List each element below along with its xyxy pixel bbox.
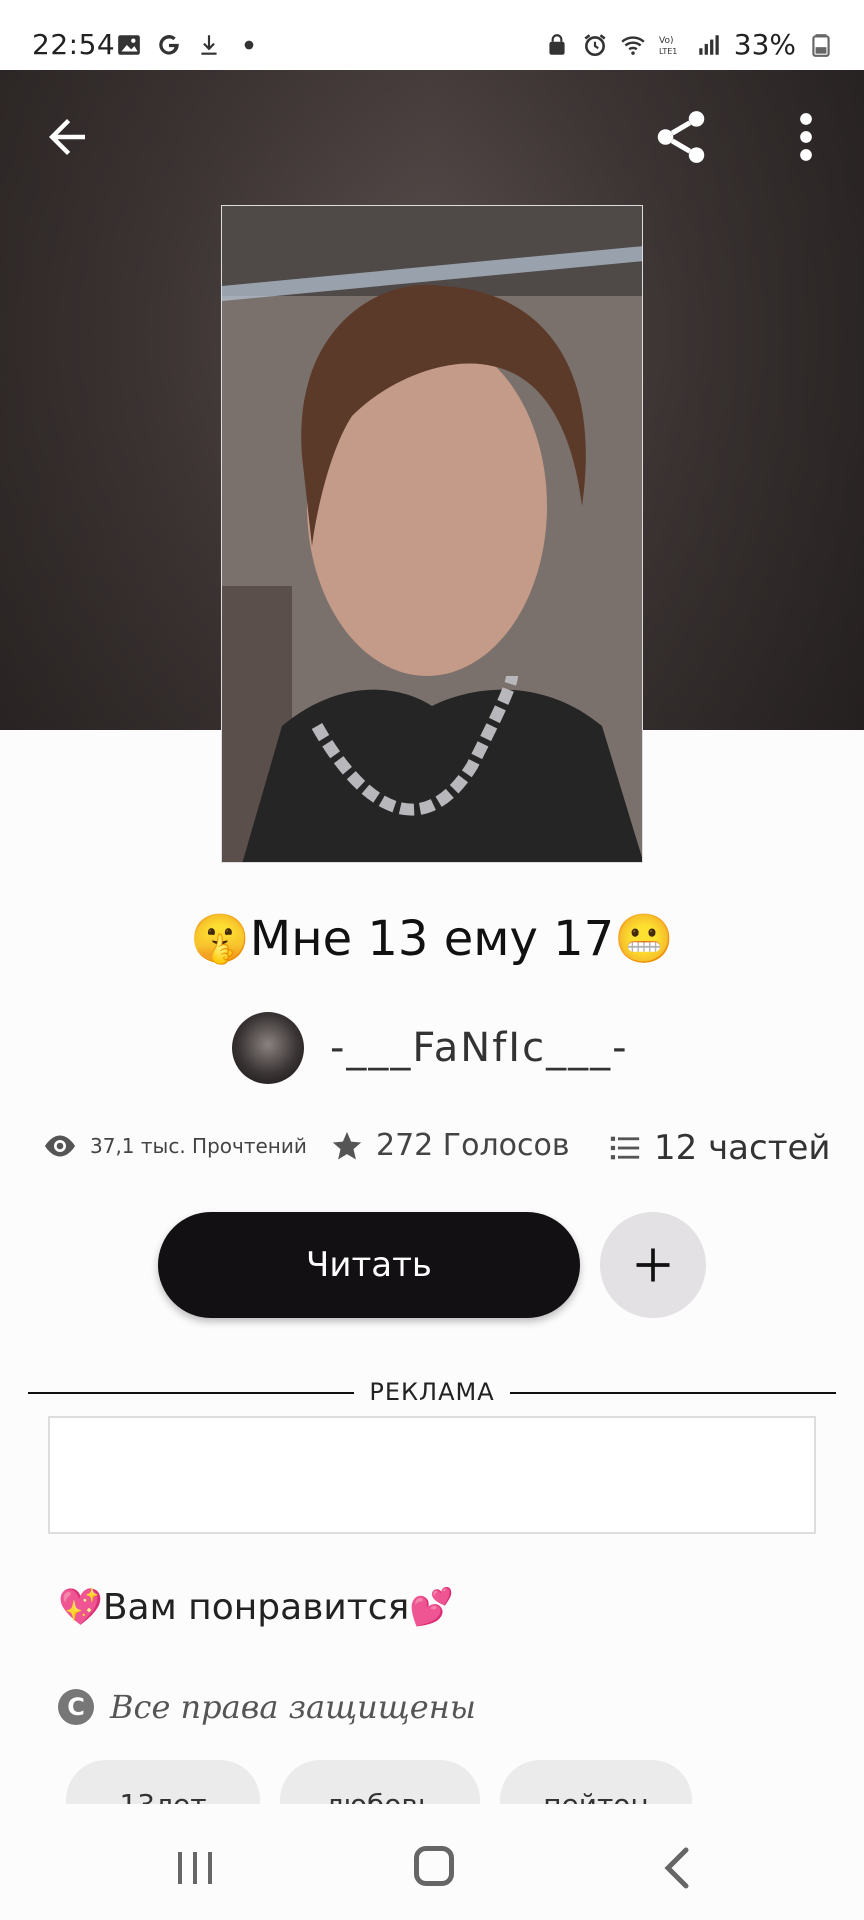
status-bar: 22:54 Vo) LTE1 33%: [0, 0, 864, 70]
votes-stat: 272 Голосов: [330, 1128, 570, 1163]
tag-chip[interactable]: пейтон: [500, 1760, 692, 1804]
plus-icon: [636, 1248, 670, 1282]
ad-label: РЕКЛАМА: [369, 1378, 495, 1406]
list-icon: [610, 1136, 640, 1160]
status-notification-icons: [116, 32, 262, 58]
share-icon[interactable]: [650, 106, 712, 168]
svg-text:Vo): Vo): [659, 36, 673, 46]
more-vert-icon[interactable]: [790, 110, 822, 164]
tag-chip[interactable]: 13лет: [66, 1760, 260, 1804]
image-icon: [118, 35, 140, 55]
back-icon[interactable]: [662, 1846, 692, 1890]
story-cover[interactable]: [221, 205, 643, 863]
author-row[interactable]: -___FaNfIc___-: [232, 1010, 629, 1086]
author-name[interactable]: -___FaNfIc___-: [330, 1025, 629, 1071]
ad-divider-right: [510, 1392, 836, 1394]
ad-slot[interactable]: [48, 1416, 816, 1534]
recent-apps-icon[interactable]: [176, 1850, 214, 1886]
home-icon[interactable]: [414, 1846, 454, 1886]
eye-icon: [45, 1135, 75, 1157]
status-system-icons: Vo) LTE1 33%: [544, 28, 834, 61]
parts-count: 12 частей: [654, 1128, 831, 1168]
votes-count: 272 Голосов: [376, 1128, 570, 1163]
tag-list: 13лет любовь пейтон: [66, 1760, 692, 1804]
wifi-icon: [621, 35, 645, 55]
avatar[interactable]: [232, 1012, 304, 1084]
copyright-row: C Все права защищены: [58, 1688, 476, 1726]
status-time: 22:54: [32, 28, 116, 61]
parts-stat: 12 частей: [608, 1128, 831, 1168]
svg-text:LTE1: LTE1: [659, 47, 677, 56]
lock-icon: [549, 33, 565, 55]
google-icon: [159, 35, 179, 55]
volte-icon: Vo)LTE1: [659, 36, 677, 56]
arrow-left-icon[interactable]: [40, 110, 94, 164]
add-to-library-button[interactable]: [600, 1212, 706, 1318]
battery-percent: 33%: [733, 28, 796, 61]
copyright-text: Все права защищены: [110, 1688, 476, 1726]
read-button[interactable]: Читать: [158, 1212, 580, 1318]
ad-divider-left: [28, 1392, 354, 1394]
cover-photo: [222, 206, 642, 862]
reads-stat: 37,1 тыс. Прочтений: [42, 1128, 307, 1164]
tag-chip[interactable]: любовь: [280, 1760, 480, 1804]
signal-icon: [699, 34, 719, 55]
battery-icon: [812, 33, 830, 57]
story-title: 🤫Мне 13 ему 17😬: [190, 911, 674, 967]
story-stats: 37,1 тыс. Прочтений 272 Голосов 12 часте…: [42, 1128, 842, 1172]
download-icon: [201, 35, 217, 55]
copyright-icon: C: [58, 1689, 94, 1725]
reads-count: 37,1 тыс. Прочтений: [90, 1134, 307, 1158]
recommendations-heading: 💖Вам понравится💕: [58, 1587, 455, 1628]
dot-icon: [244, 40, 254, 50]
system-nav-bar: [0, 1806, 864, 1920]
alarm-icon: [584, 33, 606, 56]
star-icon: [332, 1131, 362, 1159]
